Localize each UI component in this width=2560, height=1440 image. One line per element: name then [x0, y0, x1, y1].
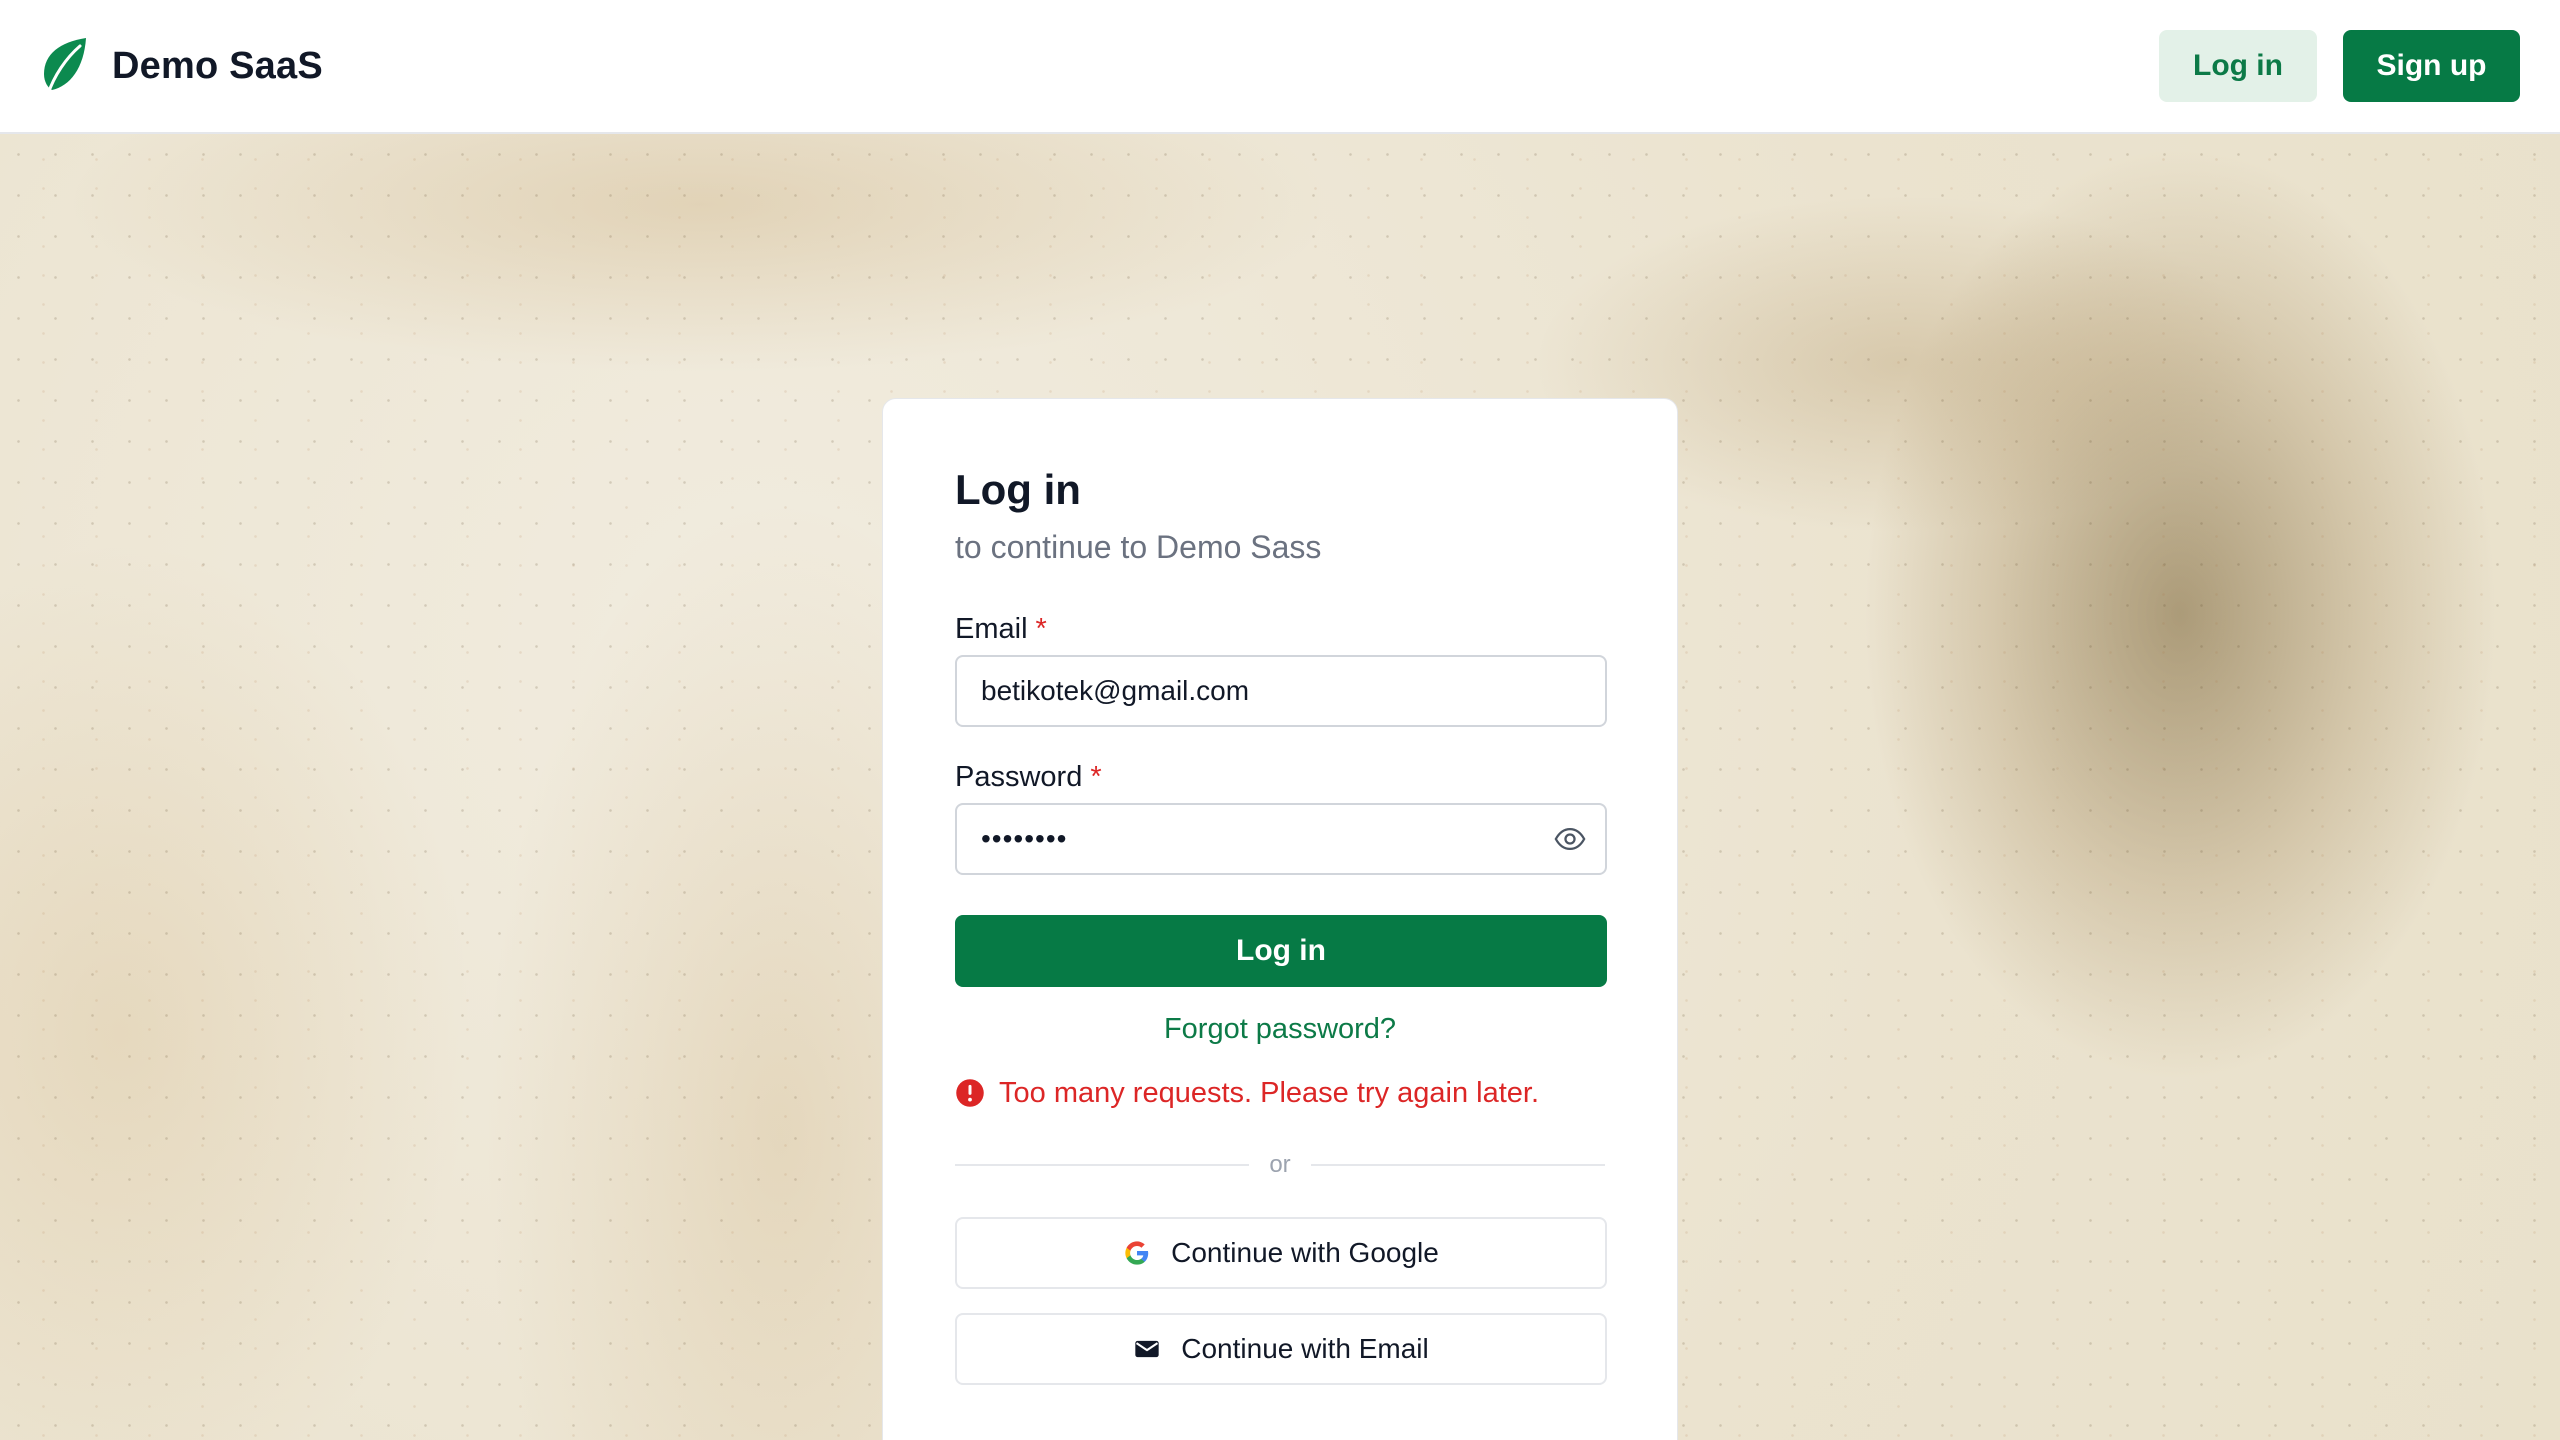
continue-with-google-button[interactable]: Continue with Google — [955, 1217, 1607, 1289]
top-navbar: Demo SaaS Log in Sign up — [0, 0, 2560, 134]
error-message: Too many requests. Please try again late… — [955, 1075, 1605, 1111]
leaf-icon — [44, 38, 86, 96]
login-submit-button[interactable]: Log in — [955, 915, 1607, 987]
brand[interactable]: Demo SaaS — [40, 36, 323, 96]
or-divider: or — [955, 1151, 1605, 1179]
password-label: Password * — [955, 759, 1605, 795]
password-value: •••••••• — [981, 823, 1068, 854]
card-subtitle: to continue to Demo Sass — [955, 529, 1322, 565]
divider-line-left — [955, 1164, 1250, 1166]
card-title: Log in — [955, 466, 1081, 513]
mail-icon — [1135, 1340, 1159, 1358]
alert-circle-icon — [956, 1079, 984, 1107]
google-button-label: Continue with Google — [1171, 1237, 1439, 1268]
password-field[interactable]: •••••••• — [955, 803, 1607, 875]
brand-name: Demo SaaS — [112, 44, 323, 87]
eye-icon[interactable] — [1553, 822, 1587, 856]
divider-line-right — [1310, 1164, 1605, 1166]
forgot-password-link[interactable]: Forgot password? — [955, 1011, 1605, 1047]
header-login-button[interactable]: Log in — [2159, 30, 2317, 102]
email-button-label: Continue with Email — [1181, 1333, 1429, 1364]
header-signup-button[interactable]: Sign up — [2343, 30, 2520, 102]
login-card: Log in to continue to Demo Sass Email * … — [882, 398, 1678, 1440]
email-label-text: Email — [955, 613, 1028, 645]
email-required-mark: * — [1035, 613, 1047, 645]
email-label: Email * — [955, 611, 1605, 647]
nav-actions: Log in Sign up — [2159, 30, 2520, 102]
password-required-mark: * — [1090, 761, 1102, 793]
password-label-text: Password — [955, 761, 1083, 793]
error-text: Too many requests. Please try again late… — [999, 1077, 1540, 1109]
email-field[interactable]: betikotek@gmail.com — [955, 655, 1607, 727]
google-icon — [1125, 1241, 1149, 1265]
continue-with-email-button[interactable]: Continue with Email — [955, 1313, 1607, 1385]
divider-text: or — [1269, 1151, 1291, 1178]
email-value: betikotek@gmail.com — [981, 675, 1250, 706]
